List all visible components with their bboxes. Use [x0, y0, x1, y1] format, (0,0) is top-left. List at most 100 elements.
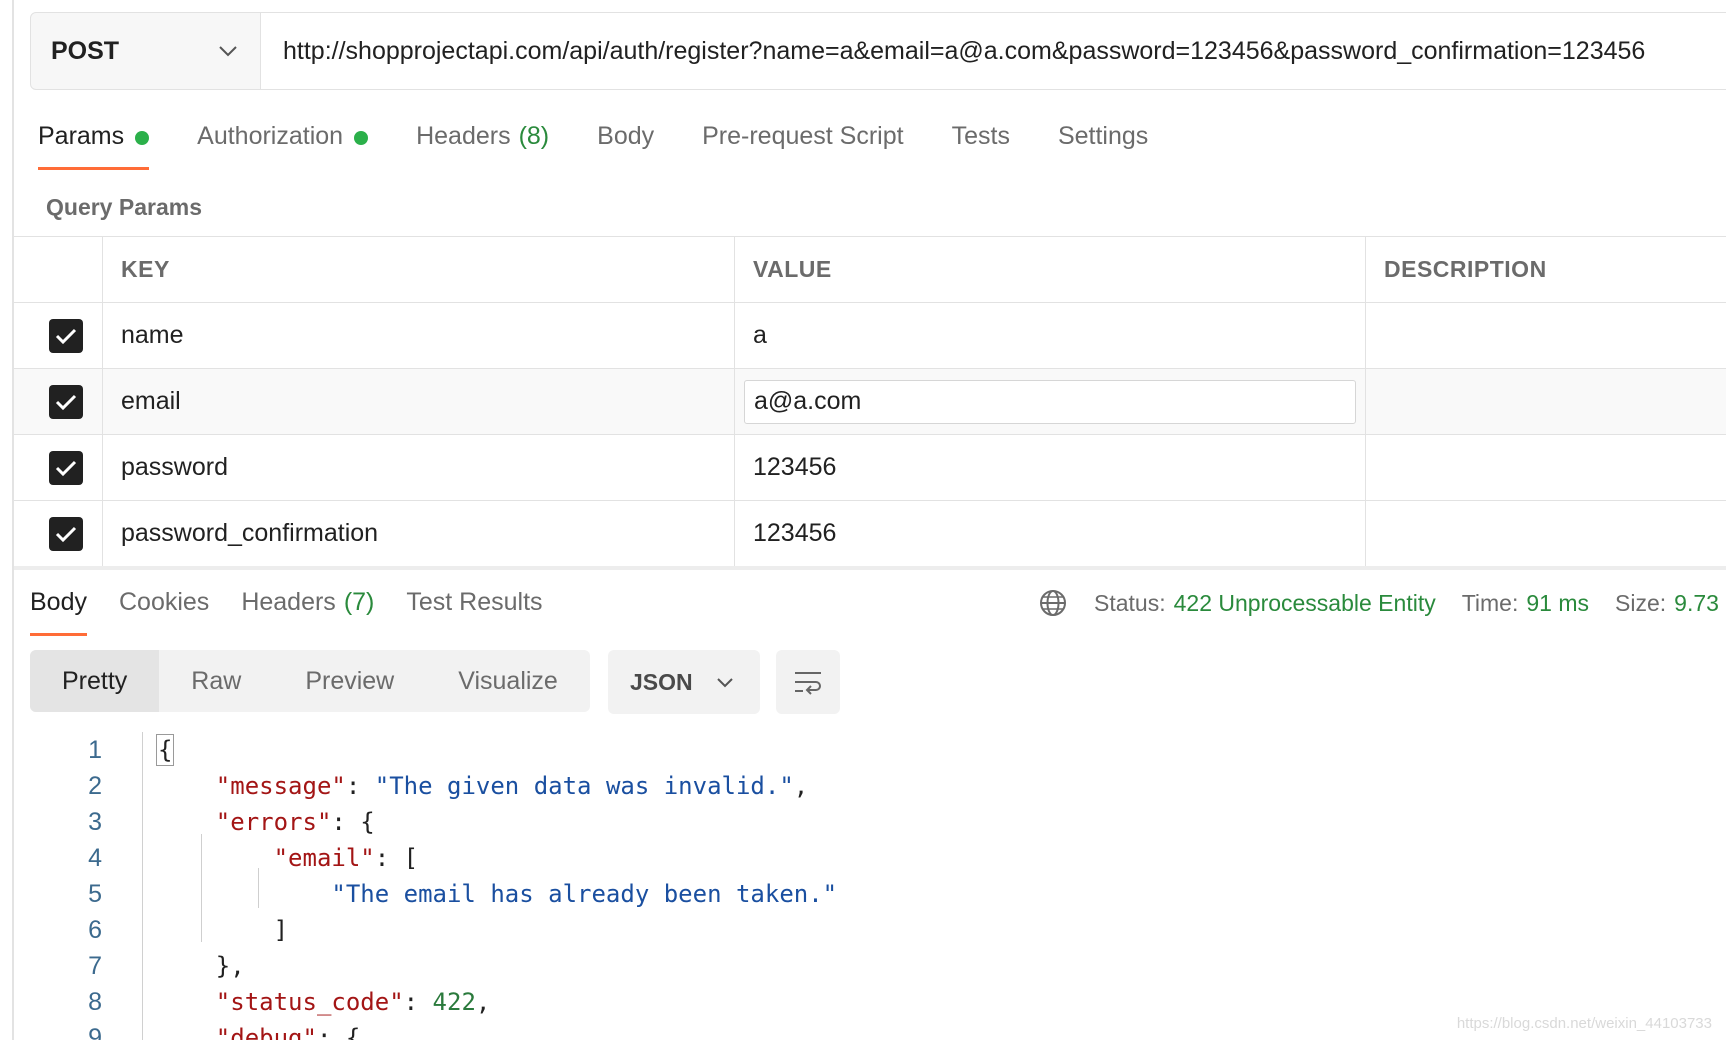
param-description-cell[interactable] — [1366, 435, 1726, 500]
param-enabled-checkbox[interactable] — [49, 384, 83, 419]
tab-count: (8) — [518, 122, 550, 150]
response-tab-cookies[interactable]: Cookies — [119, 588, 209, 617]
checkbox-cell — [14, 303, 103, 368]
table-header-row: KEY VALUE DESCRIPTION — [14, 237, 1726, 303]
line-number: 7 — [88, 951, 102, 980]
status-dot-icon — [135, 131, 150, 145]
json-key: "message" — [215, 772, 346, 800]
json-string: "The given data was invalid." — [374, 772, 794, 800]
code-line: 7 }, — [30, 948, 1726, 984]
param-value-cell[interactable]: 123456 — [735, 501, 1366, 566]
param-key-cell[interactable]: email — [103, 369, 735, 434]
line-number: 1 — [88, 735, 102, 764]
json-key: "debug" — [215, 1024, 317, 1040]
status-value[interactable]: 422 Unprocessable Entity — [1174, 590, 1436, 617]
table-row: name a — [14, 303, 1726, 369]
tab-pre-request-script[interactable]: Pre-request Script — [702, 122, 903, 174]
code-text: "debug": { — [158, 1024, 361, 1040]
param-description-cell[interactable] — [1366, 501, 1726, 566]
line-number: 9 — [88, 1023, 102, 1040]
response-body-viewer[interactable]: 1 { 2 "message": "The given data was inv… — [30, 732, 1726, 1040]
json-key: "status_code" — [215, 988, 404, 1016]
code-text: "email": [ — [273, 844, 419, 872]
format-pretty-button[interactable]: Pretty — [30, 650, 160, 712]
status-label: Status: — [1094, 589, 1166, 616]
size-value[interactable]: 9.73 — [1674, 590, 1719, 617]
response-tab-body[interactable]: Body — [30, 588, 87, 636]
code-text: }, — [158, 952, 245, 980]
checkmark-icon — [55, 394, 77, 410]
format-preview-button[interactable]: Preview — [273, 650, 426, 712]
line-number: 6 — [88, 915, 102, 944]
table-row: password 123456 — [14, 435, 1726, 501]
param-enabled-checkbox[interactable] — [49, 516, 83, 551]
request-url-bar: POST http://shopprojectapi.com/api/auth/… — [30, 12, 1726, 90]
json-number: 422 — [432, 988, 476, 1016]
tab-headers[interactable]: Headers (8) — [416, 122, 549, 174]
param-key-cell[interactable]: password — [103, 435, 735, 500]
json-key: "errors" — [215, 808, 332, 836]
code-line: 6 ] — [30, 912, 1726, 948]
code-line: 4 "email": [ — [30, 840, 1726, 876]
column-header-value: VALUE — [735, 237, 1366, 302]
tab-body[interactable]: Body — [597, 122, 654, 174]
checkbox-cell — [14, 501, 103, 566]
param-description-cell[interactable] — [1366, 369, 1726, 434]
response-tab-test-results[interactable]: Test Results — [406, 588, 542, 617]
param-description-cell[interactable] — [1366, 303, 1726, 368]
chevron-down-icon — [219, 46, 237, 57]
pane-resize-divider[interactable] — [14, 566, 1726, 570]
response-status-bar: Status: 422 Unprocessable Entity Time: 9… — [1038, 588, 1726, 618]
request-tabs: Params Authorization Headers (8) Body Pr… — [38, 122, 1196, 174]
language-label: JSON — [630, 668, 693, 695]
tab-label: Body — [597, 122, 655, 150]
active-tab-indicator — [30, 633, 87, 636]
wrap-lines-button[interactable] — [776, 650, 840, 714]
tab-settings[interactable]: Settings — [1058, 122, 1148, 174]
header-checkbox-cell — [14, 237, 103, 302]
code-text: { — [155, 734, 175, 766]
code-text: ] — [158, 916, 289, 944]
checkmark-icon — [55, 328, 77, 344]
code-line: 1 { — [30, 732, 1726, 768]
tab-params[interactable]: Params — [38, 122, 150, 174]
query-params-title: Query Params — [46, 194, 202, 220]
param-value-cell[interactable]: 123456 — [735, 435, 1366, 500]
param-value-cell[interactable]: a — [735, 303, 1366, 368]
checkmark-icon — [55, 526, 77, 542]
tab-label: Authorization — [197, 122, 344, 150]
tab-label: Params — [38, 122, 125, 150]
param-enabled-checkbox[interactable] — [49, 318, 83, 353]
format-visualize-button[interactable]: Visualize — [426, 650, 590, 712]
checkmark-icon — [55, 460, 77, 476]
param-key-cell[interactable]: password_confirmation — [103, 501, 735, 566]
tab-authorization[interactable]: Authorization — [197, 122, 369, 174]
language-select[interactable]: JSON — [608, 650, 760, 714]
code-line: 3 "errors": { — [30, 804, 1726, 840]
globe-icon[interactable] — [1038, 588, 1068, 618]
method-select[interactable]: POST — [31, 13, 261, 89]
tab-label: Headers — [241, 588, 336, 616]
query-params-table: KEY VALUE DESCRIPTION name a email a@a.c… — [14, 236, 1726, 567]
format-raw-button[interactable]: Raw — [159, 650, 273, 712]
param-value-input[interactable]: a@a.com — [744, 379, 1356, 424]
status-dot-icon — [354, 131, 369, 145]
url-input[interactable]: http://shopprojectapi.com/api/auth/regis… — [261, 13, 1726, 89]
line-number: 4 — [88, 843, 102, 872]
param-key-cell[interactable]: name — [103, 303, 735, 368]
checkbox-cell — [14, 369, 103, 434]
param-enabled-checkbox[interactable] — [49, 450, 83, 485]
column-header-description: DESCRIPTION — [1384, 256, 1547, 282]
active-tab-indicator — [38, 167, 150, 170]
wrap-lines-icon — [795, 672, 821, 695]
line-number: 5 — [88, 879, 102, 908]
tab-tests[interactable]: Tests — [952, 122, 1010, 174]
tab-count: (7) — [343, 588, 375, 616]
size-label: Size: — [1615, 589, 1667, 616]
checkbox-cell — [14, 435, 103, 500]
code-text: "message": "The given data was invalid."… — [215, 772, 809, 800]
response-tab-headers[interactable]: Headers (7) — [241, 588, 374, 617]
param-value-cell: a@a.com — [735, 369, 1366, 434]
time-value[interactable]: 91 ms — [1526, 590, 1589, 617]
time-label: Time: — [1461, 589, 1519, 616]
